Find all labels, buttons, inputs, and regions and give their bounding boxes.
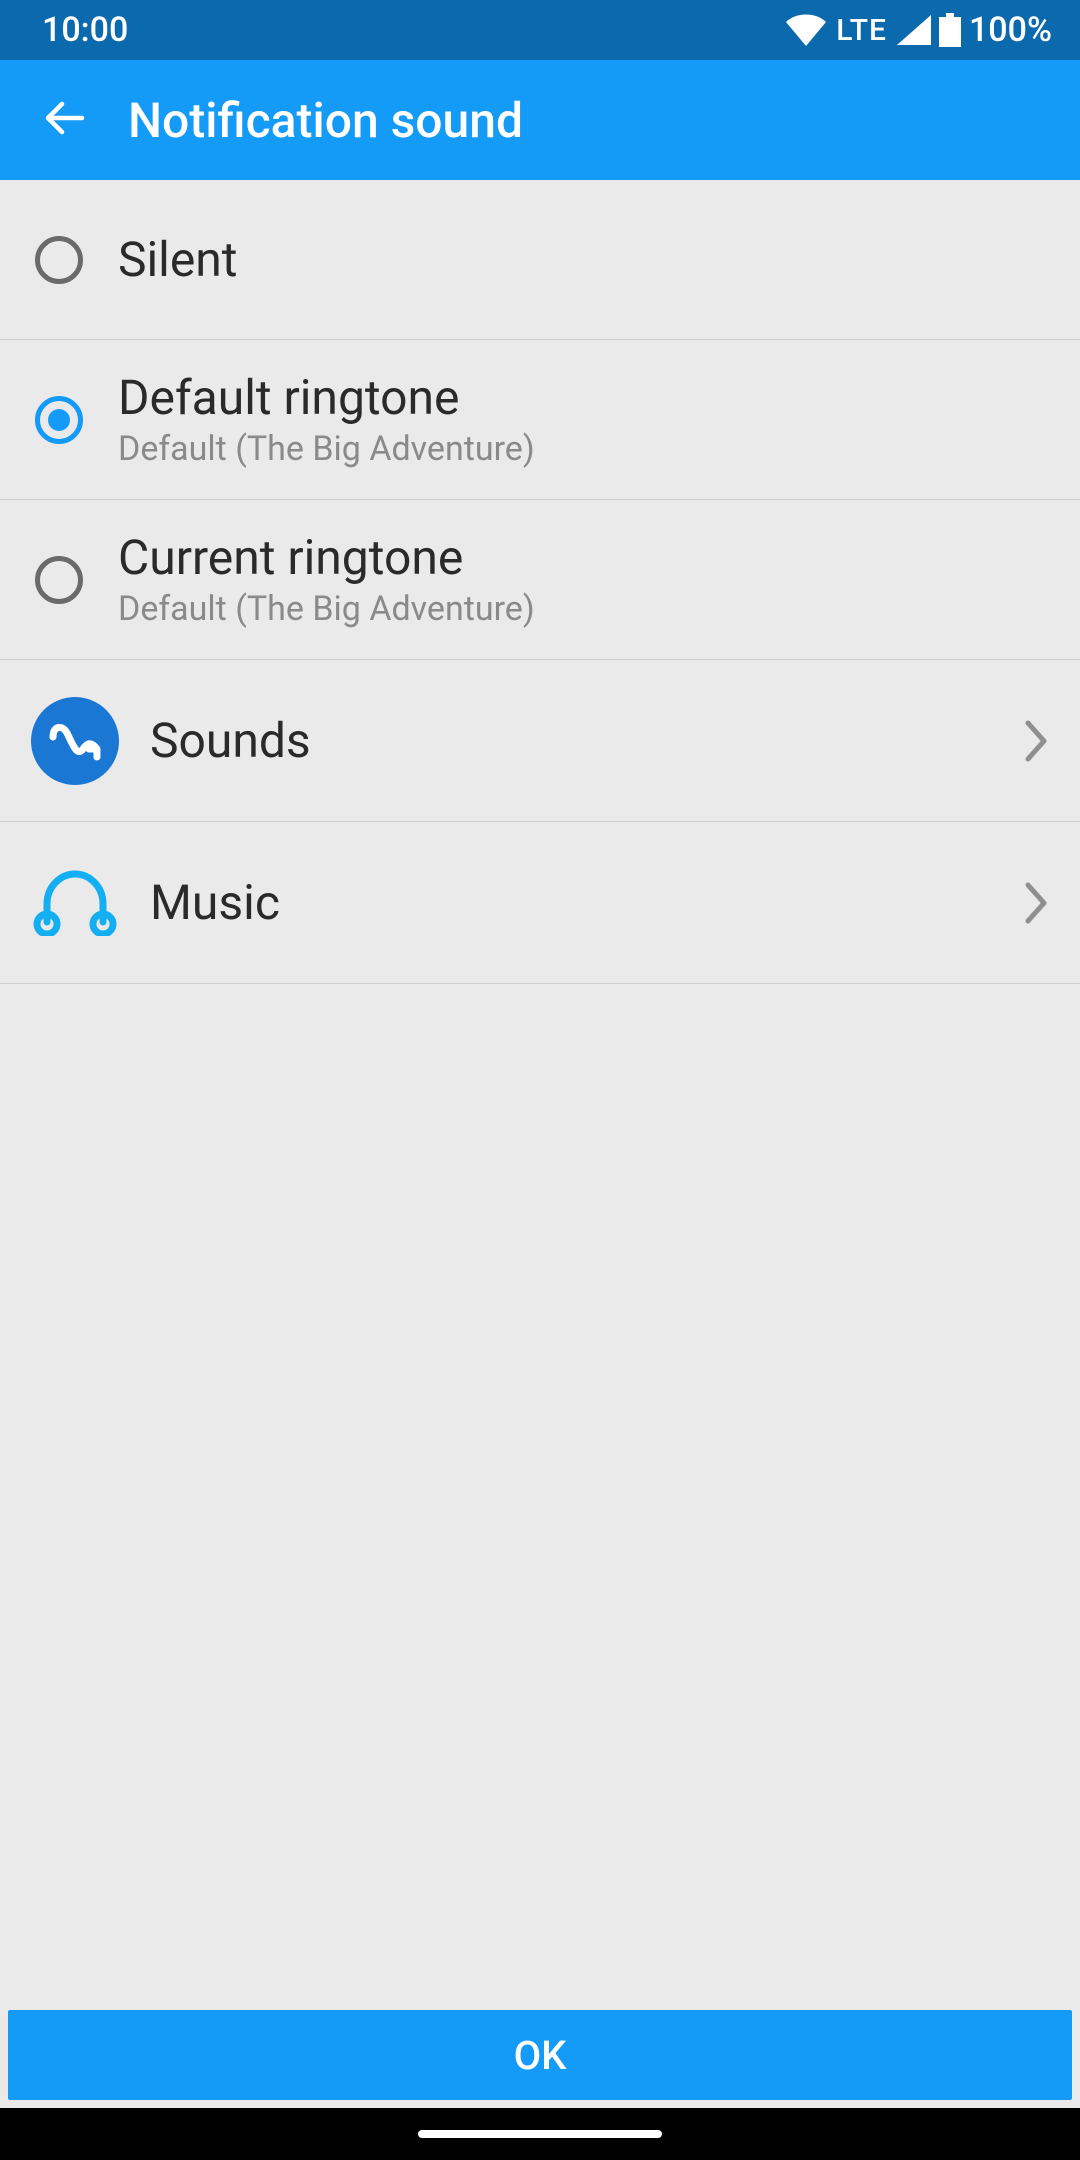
headphones-icon	[33, 866, 117, 940]
battery-percent: 100%	[969, 10, 1052, 50]
chevron-right-icon	[1016, 719, 1056, 763]
options-list: Silent Default ringtone Default (The Big…	[0, 180, 1080, 2002]
cellular-icon	[897, 15, 931, 45]
home-handle[interactable]	[418, 2130, 662, 2138]
network-label: LTE	[836, 13, 887, 48]
sounds-icon	[31, 697, 119, 785]
option-label: Silent	[118, 232, 1056, 287]
page-title: Notification sound	[128, 92, 523, 149]
radio-icon	[35, 236, 83, 284]
nav-label: Music	[150, 875, 1016, 930]
ok-button[interactable]: OK	[8, 2010, 1072, 2100]
option-default-ringtone[interactable]: Default ringtone Default (The Big Advent…	[0, 340, 1080, 500]
option-label: Default ringtone	[118, 370, 1056, 425]
system-nav-bar	[0, 2108, 1080, 2160]
nav-sounds[interactable]: Sounds	[0, 660, 1080, 822]
radio-icon	[35, 556, 83, 604]
nav-label: Sounds	[150, 713, 1016, 768]
app-bar: Notification sound	[0, 60, 1080, 180]
option-current-ringtone[interactable]: Current ringtone Default (The Big Advent…	[0, 500, 1080, 660]
status-bar: 10:00 LTE 100%	[0, 0, 1080, 60]
chevron-right-icon	[1016, 881, 1056, 925]
status-time: 10:00	[42, 10, 128, 50]
arrow-left-icon	[40, 94, 88, 146]
bottom-bar: OK	[0, 2002, 1080, 2108]
status-right: LTE 100%	[786, 10, 1052, 50]
wifi-icon	[786, 14, 826, 46]
option-subtitle: Default (The Big Adventure)	[118, 589, 1056, 629]
option-subtitle: Default (The Big Adventure)	[118, 429, 1056, 469]
radio-icon	[35, 396, 83, 444]
option-label: Current ringtone	[118, 530, 1056, 585]
option-silent[interactable]: Silent	[0, 180, 1080, 340]
ok-label: OK	[514, 2032, 567, 2079]
nav-music[interactable]: Music	[0, 822, 1080, 984]
battery-icon	[939, 13, 961, 47]
back-button[interactable]	[28, 84, 100, 156]
